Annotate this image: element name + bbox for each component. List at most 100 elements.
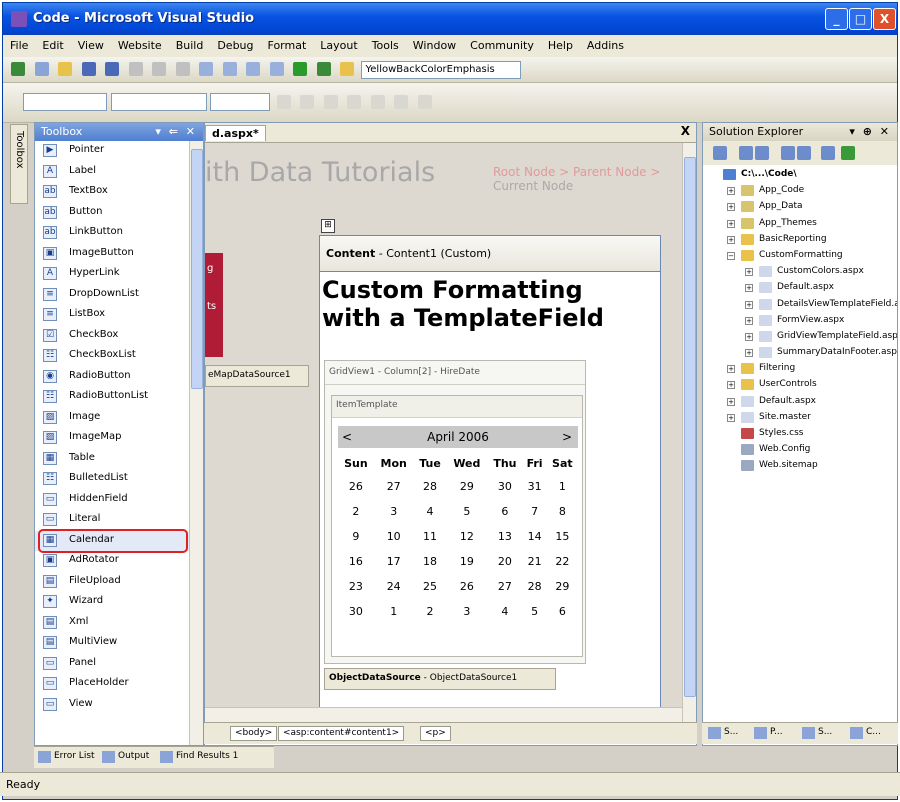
toolbox-scroll-thumb[interactable] (191, 149, 203, 389)
tree-node[interactable]: + App_Themes (703, 216, 897, 232)
objectdatasource-control[interactable]: ObjectDataSource - ObjectDataSource1 (324, 668, 556, 690)
calendar-day-cell[interactable]: 20 (487, 549, 522, 574)
maximize-button[interactable]: □ (849, 8, 872, 30)
tab-error-list[interactable]: Error List (36, 749, 99, 765)
toolbox-item-adrotator[interactable]: ▣ AdRotator (35, 551, 189, 572)
calendar-day-cell[interactable]: 21 (522, 549, 546, 574)
toolbox-item-hyperlink[interactable]: A HyperLink (35, 264, 189, 285)
tree-node[interactable]: + App_Data (703, 199, 897, 215)
minimize-button[interactable]: _ (825, 8, 848, 30)
tree-node[interactable]: Styles.css (703, 426, 897, 442)
menu-debug[interactable]: Debug (210, 35, 260, 52)
tree-node[interactable]: + CustomColors.aspx (703, 264, 897, 280)
calendar-day-cell[interactable]: 22 (547, 549, 578, 574)
tree-node[interactable]: + App_Code (703, 183, 897, 199)
italic-icon[interactable] (300, 95, 314, 109)
expand-icon[interactable]: + (745, 332, 753, 341)
toolbox-window-controls[interactable]: ▾ ⇐ ✕ (155, 125, 197, 138)
calendar-day-cell[interactable]: 5 (522, 599, 546, 624)
calendar-day-cell[interactable]: 27 (487, 574, 522, 599)
tree-node[interactable]: + Default.aspx (703, 394, 897, 410)
tree-node[interactable]: + FormView.aspx (703, 313, 897, 329)
save-icon[interactable] (81, 62, 96, 76)
calendar-day-cell[interactable]: 19 (446, 549, 487, 574)
expand-icon[interactable]: + (727, 187, 735, 196)
calendar-day-cell[interactable]: 3 (374, 499, 414, 524)
tab-class-view[interactable]: C... (848, 725, 885, 741)
toolbox-scrollbar[interactable] (189, 141, 203, 745)
toolbox-item-textbox[interactable]: ab TextBox (35, 182, 189, 203)
menu-addins[interactable]: Addins (580, 35, 631, 52)
view-code-icon[interactable] (781, 146, 795, 160)
toolbox-item-button[interactable]: ab Button (35, 203, 189, 224)
collapse-icon[interactable]: − (727, 251, 735, 260)
calendar-day-cell[interactable]: 3 (446, 599, 487, 624)
expand-icon[interactable]: + (745, 268, 753, 277)
calendar-day-cell[interactable]: 28 (414, 474, 447, 499)
tag-body[interactable]: <body> (230, 726, 278, 741)
toolbox-item-checkbox[interactable]: ☑ CheckBox (35, 326, 189, 347)
calendar-day-cell[interactable]: 29 (547, 574, 578, 599)
breadcrumb-parent[interactable]: Parent Node (573, 165, 647, 179)
toolbox-item-table[interactable]: ▦ Table (35, 449, 189, 470)
calendar-control[interactable]: < April 2006 > Sun Mon Tue Wed Thu Fri Sat 26 27… (338, 426, 578, 624)
item-template-box[interactable]: ItemTemplate < April 2006 > Sun Mon Tue Wed… (331, 395, 583, 657)
open-file-icon[interactable] (58, 62, 72, 76)
calendar-day-cell[interactable]: 31 (522, 474, 546, 499)
calendar-next-link[interactable]: > (562, 430, 572, 444)
menu-edit[interactable]: Edit (35, 35, 70, 52)
toolbox-side-tab[interactable]: Toolbox (10, 124, 28, 204)
save-all-icon[interactable] (105, 62, 119, 76)
toolbox-item-image[interactable]: ▨ Image (35, 408, 189, 429)
find-in-files-icon[interactable] (340, 62, 354, 76)
find-icon[interactable] (316, 62, 331, 76)
undo-icon[interactable] (199, 62, 213, 76)
tree-node[interactable]: − CustomFormatting (703, 248, 897, 264)
add-item-icon[interactable] (34, 62, 49, 76)
find-combo[interactable]: YellowBackColorEmphasis (360, 61, 521, 79)
sitemap-datasource-control[interactable]: eMapDataSource1 (205, 365, 309, 387)
calendar-day-cell[interactable]: 5 (446, 499, 487, 524)
tab-properties[interactable]: P... (752, 725, 787, 741)
toolbox-item-linkbutton[interactable]: ab LinkButton (35, 223, 189, 244)
font-color-icon[interactable] (347, 95, 361, 109)
expand-icon[interactable]: + (727, 365, 735, 374)
breadcrumb-root[interactable]: Root Node (493, 165, 555, 179)
redo-icon[interactable] (222, 62, 237, 76)
toolbox-item-checkboxlist[interactable]: ☷ CheckBoxList (35, 346, 189, 367)
move-handle-icon[interactable]: ⊞ (321, 219, 335, 233)
toolbox-item-imagebutton[interactable]: ▣ ImageButton (35, 244, 189, 265)
calendar-day-cell[interactable]: 18 (414, 549, 447, 574)
calendar-day-cell[interactable]: 7 (522, 499, 546, 524)
toolbox-item-bulletedlist[interactable]: ☷ BulletedList (35, 469, 189, 490)
design-surface[interactable]: ith Data Tutorials Root Node > Parent No… (205, 143, 683, 723)
tree-node[interactable]: C:\...\Code\ (703, 167, 897, 183)
calendar-day-cell[interactable]: 15 (547, 524, 578, 549)
toolbox-item-view[interactable]: ▭ View (35, 695, 189, 716)
show-all-files-icon[interactable] (755, 146, 769, 160)
menu-build[interactable]: Build (169, 35, 211, 52)
calendar-day-cell[interactable]: 4 (487, 599, 522, 624)
underline-icon[interactable] (323, 95, 338, 109)
refresh-icon[interactable] (739, 146, 753, 160)
calendar-day-cell[interactable]: 29 (446, 474, 487, 499)
calendar-day-cell[interactable]: 30 (487, 474, 522, 499)
copy-icon[interactable] (152, 62, 166, 76)
menu-file[interactable]: File (3, 35, 35, 52)
expand-icon[interactable]: + (727, 413, 735, 422)
solution-explorer-window-controls[interactable]: ▾ ⊕ ✕ (849, 125, 891, 138)
content-placeholder[interactable]: Content - Content1 (Custom) Custom Forma… (319, 235, 661, 715)
calendar-day-cell[interactable]: 9 (338, 524, 374, 549)
document-close-button[interactable]: X (681, 124, 690, 138)
tree-node[interactable]: + Site.master (703, 410, 897, 426)
tree-node[interactable]: + SummaryDataInFooter.aspx (703, 345, 897, 361)
tree-node[interactable]: Web.Config (703, 442, 897, 458)
tree-node[interactable]: + DetailsViewTemplateField.aspx (703, 297, 897, 313)
tree-node[interactable]: + Filtering (703, 361, 897, 377)
menu-website[interactable]: Website (111, 35, 169, 52)
new-project-icon[interactable] (11, 62, 25, 76)
toolbox-item-hiddenfield[interactable]: ▭ HiddenField (35, 490, 189, 511)
bold-icon[interactable] (276, 95, 291, 109)
asp-config-icon[interactable] (841, 146, 855, 160)
calendar-day-cell[interactable]: 26 (338, 474, 374, 499)
